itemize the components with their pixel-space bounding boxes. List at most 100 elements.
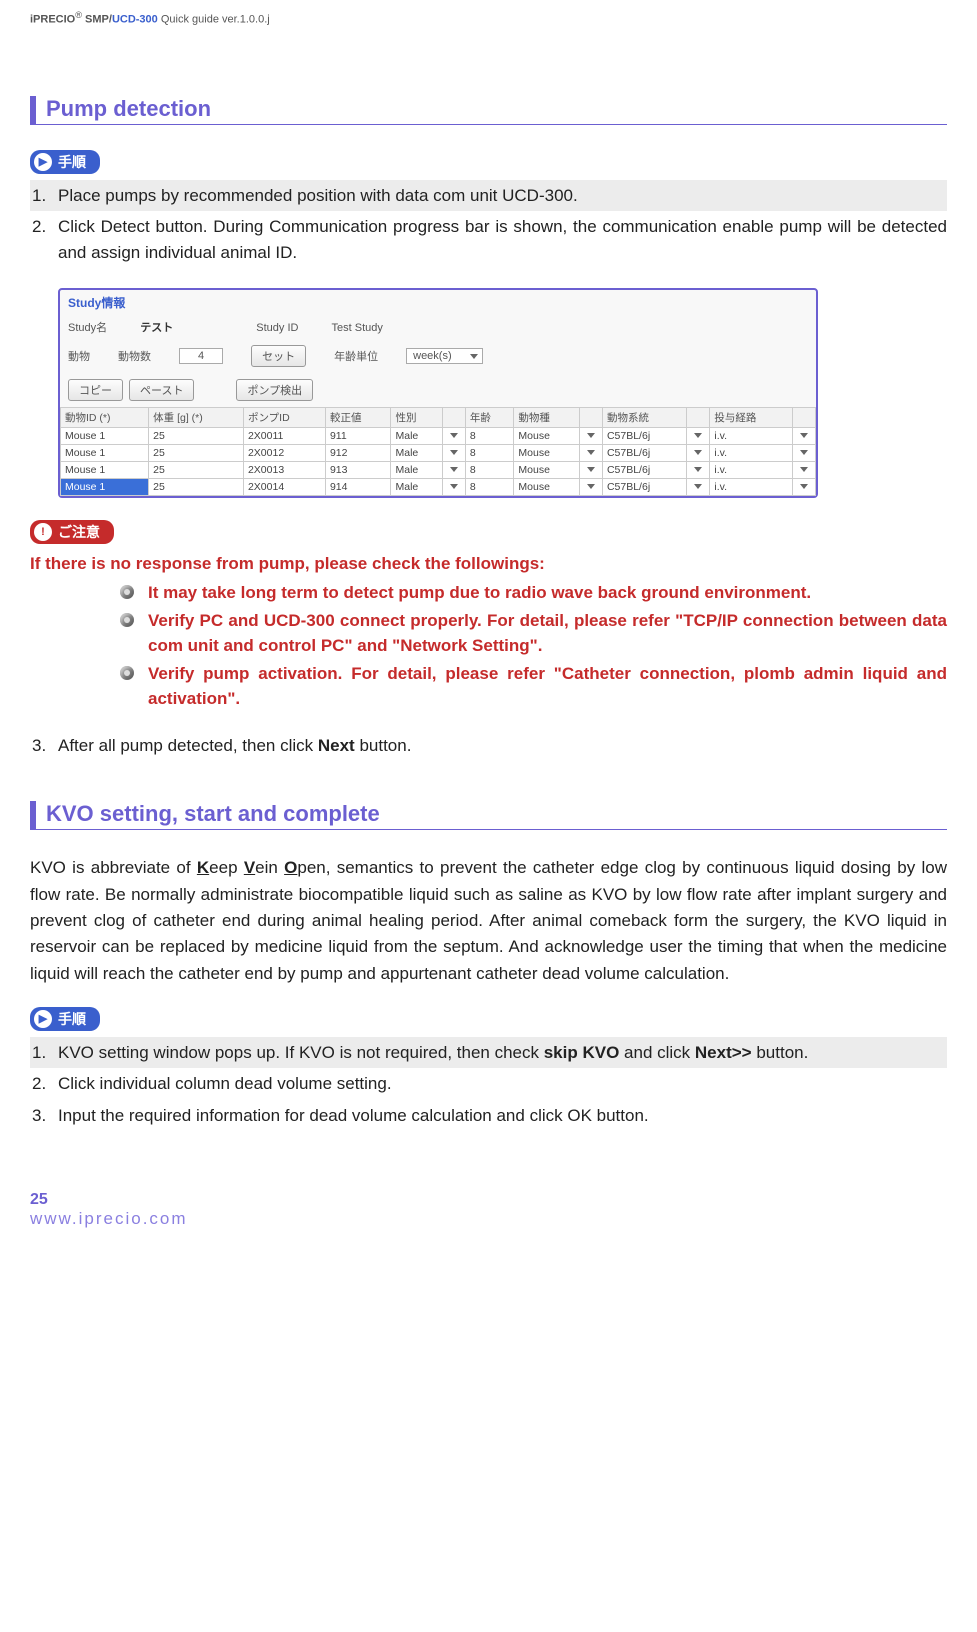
- kvo-step-2: Click individual column dead volume sett…: [30, 1068, 947, 1100]
- table-cell: Mouse: [514, 479, 580, 496]
- study-id-value: Test Study: [332, 322, 383, 334]
- table-cell[interactable]: [579, 462, 602, 479]
- table-cell[interactable]: [793, 479, 816, 496]
- table-header: 体重 [g] (*): [149, 408, 244, 428]
- chevron-down-icon[interactable]: [694, 466, 702, 474]
- table-cell[interactable]: [442, 445, 465, 462]
- animal-count-input[interactable]: 4: [179, 348, 223, 364]
- table-cell[interactable]: [793, 428, 816, 445]
- procedure-steps-1b: After all pump detected, then click Next…: [30, 730, 947, 762]
- set-button[interactable]: セット: [251, 345, 306, 367]
- chevron-down-icon[interactable]: [587, 432, 595, 440]
- underline-k: K: [197, 858, 209, 877]
- table-header: [793, 408, 816, 428]
- table-cell[interactable]: [687, 445, 710, 462]
- table-cell[interactable]: [579, 479, 602, 496]
- table-cell[interactable]: [442, 462, 465, 479]
- section-title: KVO setting, start and complete: [46, 801, 380, 829]
- chevron-down-icon[interactable]: [800, 432, 808, 440]
- table-cell: C57BL/6j: [602, 445, 686, 462]
- product-model-blue: UCD-300: [112, 14, 158, 26]
- detect-pump-button[interactable]: ポンプ検出: [236, 379, 313, 401]
- play-icon: ▶: [34, 153, 52, 171]
- bullet-2: Verify PC and UCD-300 connect properly. …: [120, 608, 947, 659]
- copy-button[interactable]: コピー: [68, 379, 123, 401]
- table-header: 動物系統: [602, 408, 686, 428]
- chevron-down-icon[interactable]: [800, 483, 808, 491]
- chevron-down-icon[interactable]: [450, 466, 458, 474]
- chevron-down-icon[interactable]: [450, 449, 458, 457]
- page-footer: 25 www.iprecio.com: [30, 1191, 947, 1229]
- table-cell[interactable]: [579, 445, 602, 462]
- bullet-1: It may take long term to detect pump due…: [120, 580, 947, 606]
- table-cell[interactable]: Mouse 1: [61, 479, 149, 496]
- table-cell: Mouse: [514, 445, 580, 462]
- table-cell: i.v.: [710, 462, 793, 479]
- animal-count-label: 動物数: [118, 348, 151, 364]
- chevron-down-icon[interactable]: [450, 432, 458, 440]
- table-cell[interactable]: [687, 462, 710, 479]
- table-header: 動物ID (*): [61, 408, 149, 428]
- chevron-down-icon[interactable]: [694, 449, 702, 457]
- underline-o: O: [284, 858, 297, 877]
- table-cell[interactable]: Mouse 1: [61, 445, 149, 462]
- table-cell[interactable]: [687, 428, 710, 445]
- study-name-label: Study名: [68, 319, 107, 335]
- table-cell[interactable]: [793, 445, 816, 462]
- warning-icon: !: [34, 523, 52, 541]
- table-cell: 2X0011: [243, 428, 325, 445]
- heading-accent-bar: [30, 801, 36, 829]
- chevron-down-icon[interactable]: [587, 449, 595, 457]
- table-cell: 911: [325, 428, 391, 445]
- embedded-app-screenshot: Study情報 Study名 テスト Study ID Test Study 動…: [58, 288, 818, 498]
- study-id-label: Study ID: [256, 322, 298, 334]
- table-header: 較正値: [325, 408, 391, 428]
- step-1: Place pumps by recommended position with…: [30, 180, 947, 212]
- age-unit-select[interactable]: week(s): [406, 348, 483, 364]
- footer-url: www.iprecio.com: [30, 1209, 947, 1229]
- chevron-down-icon[interactable]: [587, 466, 595, 474]
- table-cell: 8: [465, 445, 514, 462]
- kvo-paragraph: KVO is abbreviate of Keep Vein Open, sem…: [30, 855, 947, 987]
- paste-button[interactable]: ペースト: [129, 379, 194, 401]
- chevron-down-icon[interactable]: [587, 483, 595, 491]
- table-header: [687, 408, 710, 428]
- table-header: 投与経路: [710, 408, 793, 428]
- table-cell[interactable]: Mouse 1: [61, 428, 149, 445]
- table-cell: Male: [391, 479, 442, 496]
- chevron-down-icon[interactable]: [694, 432, 702, 440]
- table-row: Mouse 1252X0012912Male8MouseC57BL/6ji.v.: [61, 445, 816, 462]
- table-header: [579, 408, 602, 428]
- table-cell: 25: [149, 428, 244, 445]
- table-cell[interactable]: [579, 428, 602, 445]
- animal-table: 動物ID (*)体重 [g] (*)ポンプID較正値性別年齢動物種動物系統投与経…: [60, 407, 816, 496]
- table-header: 動物種: [514, 408, 580, 428]
- chevron-down-icon[interactable]: [450, 483, 458, 491]
- table-cell[interactable]: [793, 462, 816, 479]
- section-heading-pump-detection: Pump detection: [30, 96, 947, 125]
- product-model-part: SMP/: [82, 14, 112, 26]
- procedure-label: 手順: [58, 152, 86, 172]
- table-cell: 2X0013: [243, 462, 325, 479]
- panel-title: Study情報: [60, 290, 816, 317]
- document-header: iPRECIO® SMP/UCD-300 Quick guide ver.1.0…: [30, 10, 947, 26]
- chevron-down-icon: [470, 353, 478, 361]
- table-cell: i.v.: [710, 428, 793, 445]
- table-header: 年齢: [465, 408, 514, 428]
- table-cell: 8: [465, 479, 514, 496]
- study-row: Study名 テスト Study ID Test Study: [60, 317, 816, 341]
- table-cell: C57BL/6j: [602, 462, 686, 479]
- warning-heading: If there is no response from pump, pleas…: [30, 554, 947, 574]
- table-cell: 2X0012: [243, 445, 325, 462]
- table-row: Mouse 1252X0011911Male8MouseC57BL/6ji.v.: [61, 428, 816, 445]
- chevron-down-icon[interactable]: [800, 466, 808, 474]
- study-name-value: テスト: [140, 319, 173, 335]
- chevron-down-icon[interactable]: [694, 483, 702, 491]
- table-cell: 25: [149, 462, 244, 479]
- table-cell[interactable]: [687, 479, 710, 496]
- table-cell[interactable]: [442, 428, 465, 445]
- table-cell: 8: [465, 462, 514, 479]
- table-cell[interactable]: [442, 479, 465, 496]
- table-cell[interactable]: Mouse 1: [61, 462, 149, 479]
- chevron-down-icon[interactable]: [800, 449, 808, 457]
